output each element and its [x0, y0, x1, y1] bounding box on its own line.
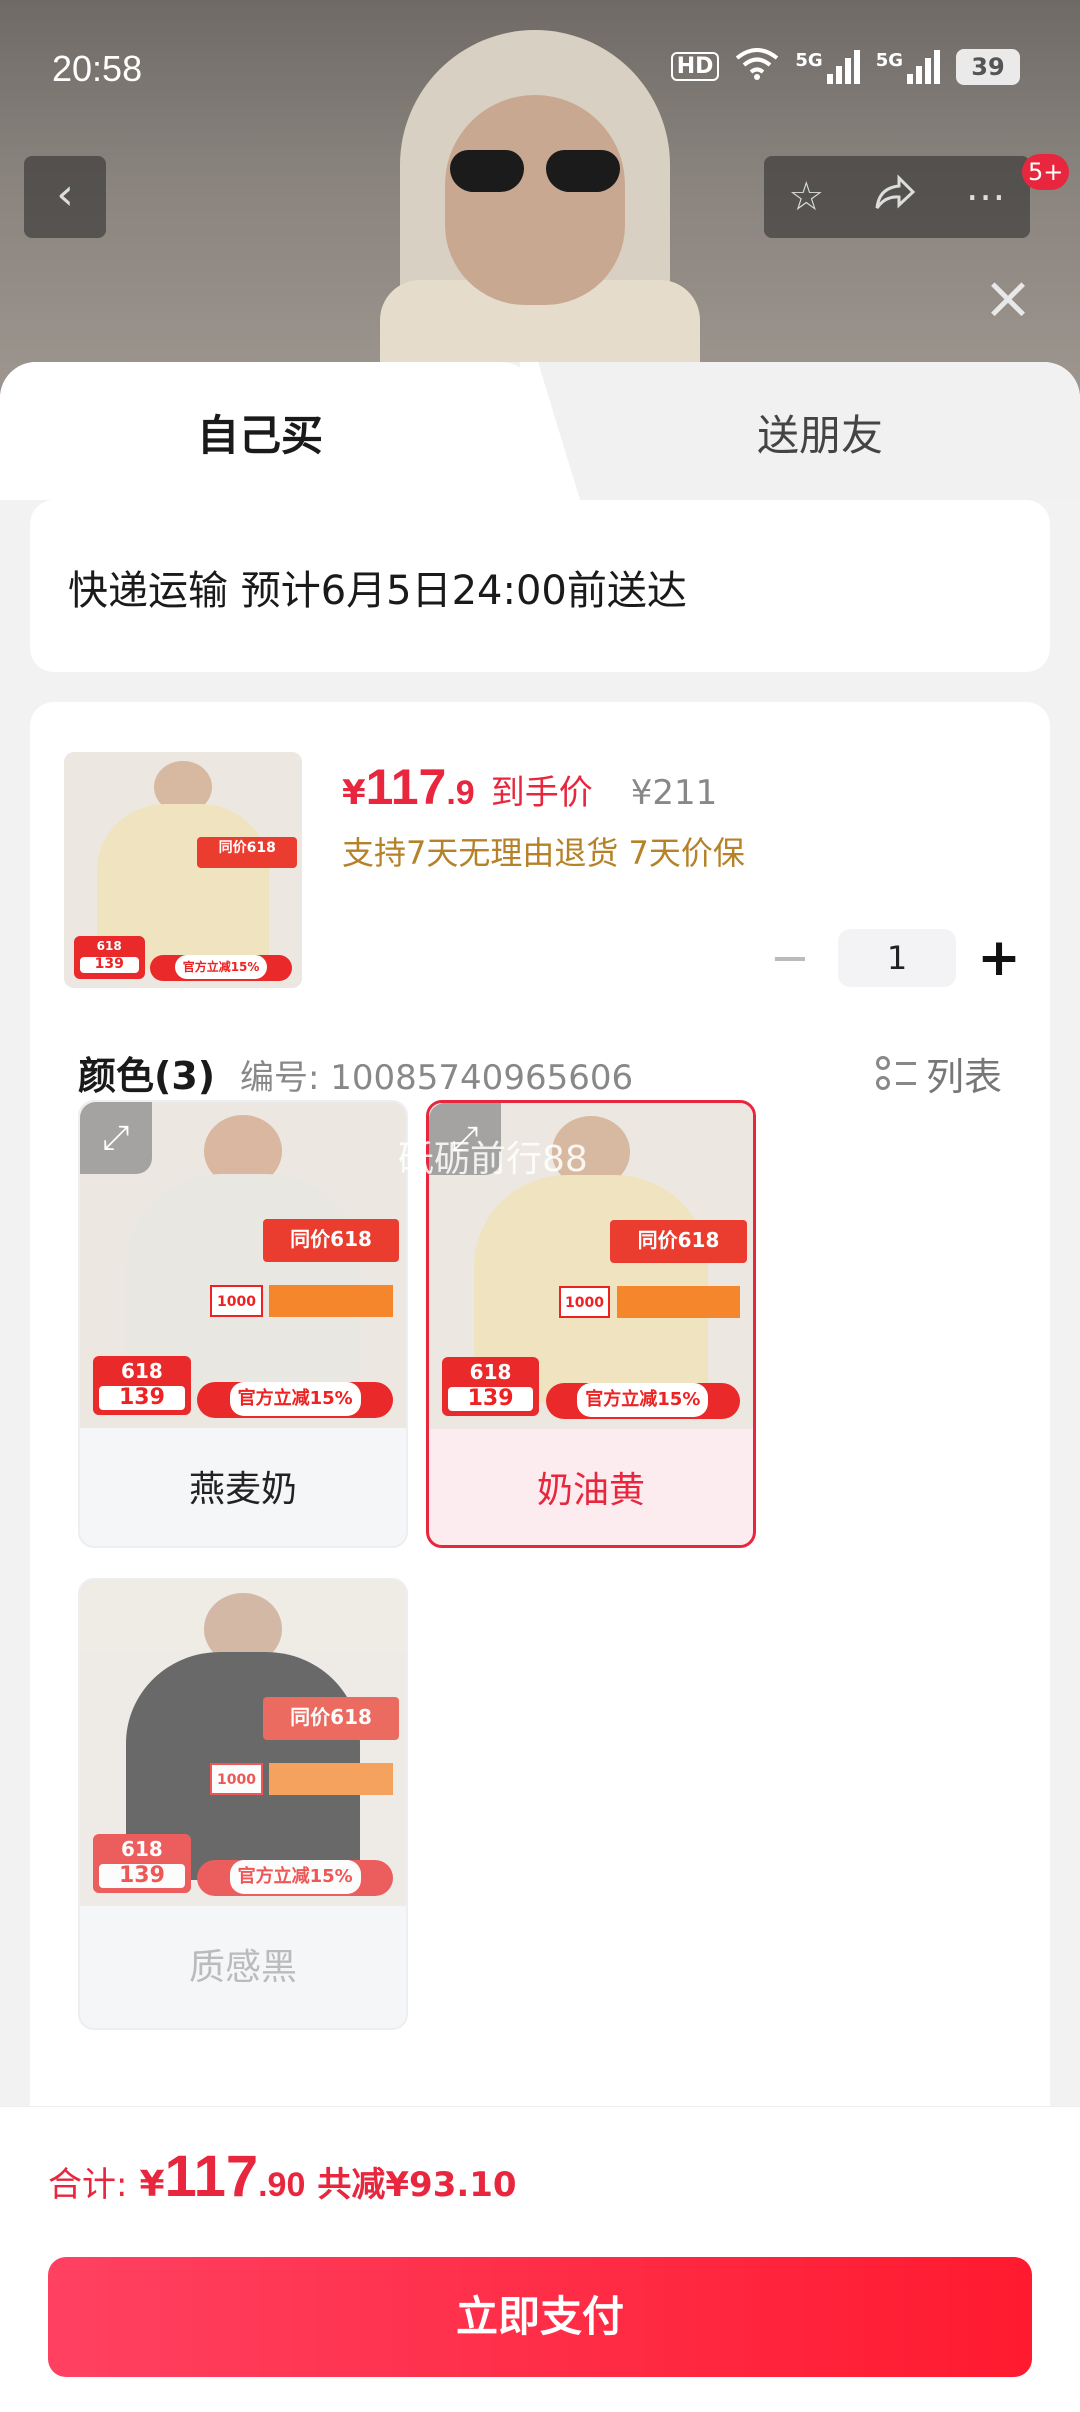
color-option-oat-milk[interactable]: 同价618 1000 618 139 官方立减15% ⤢ 燕麦奶	[78, 1100, 408, 1548]
more-icon[interactable]: ⋯	[966, 174, 1006, 220]
quantity-stepper: − 1 +	[760, 928, 1024, 988]
notification-badge: 5+	[1022, 154, 1070, 190]
purchase-tabs: 自己买 送朋友	[0, 362, 1080, 500]
decrease-button[interactable]: −	[760, 928, 820, 988]
color-section-title: 颜色(3)	[78, 1054, 216, 1098]
price-label: 到手价	[490, 773, 593, 813]
discount-total: 共减¥93.10	[317, 2165, 517, 2205]
hd-icon: HD	[670, 52, 720, 81]
status-bar: 20:58 HD 5G 5G 39	[0, 0, 1080, 140]
color-option-image: 同价618 1000 618 139 官方立减15%	[80, 1580, 406, 1906]
signal-5g-icon-1: 5G	[795, 49, 860, 84]
total-price: 合计: ¥ 117 .90 共减¥93.10	[48, 2144, 517, 2209]
color-option-label: 质感黑	[188, 1947, 297, 1988]
close-icon[interactable]: ×	[978, 268, 1038, 328]
share-icon[interactable]	[873, 172, 917, 222]
guarantee-text: 支持7天无理由退货 7天价保	[342, 834, 745, 872]
checkout-footer: 合计: ¥ 117 .90 共减¥93.10 立即支付	[0, 2106, 1080, 2412]
color-option-textured-black[interactable]: 同价618 1000 618 139 官方立减15% 质感黑	[78, 1578, 408, 2030]
chevron-left-icon: ‹	[56, 169, 74, 220]
delivery-info: 快递运输 预计6月5日24:00前送达	[68, 568, 687, 614]
purchase-sheet: 自己买 送朋友 快递运输 预计6月5日24:00前送达 同价618 618 139…	[0, 362, 1080, 2412]
watermark: 砥砺前行88	[398, 1139, 588, 1180]
expand-icon[interactable]: ⤢	[80, 1102, 152, 1174]
wifi-icon	[735, 46, 779, 87]
sku-code: 编号: 10085740965606	[240, 1058, 634, 1098]
pay-now-button[interactable]: 立即支付	[48, 2257, 1032, 2377]
battery-icon: 39	[956, 48, 1020, 85]
signal-5g-icon-2: 5G	[876, 49, 940, 84]
color-option-label: 燕麦奶	[188, 1469, 297, 1510]
back-button[interactable]: ‹	[24, 156, 106, 238]
increase-button[interactable]: +	[974, 928, 1024, 988]
delivery-card: 快递运输 预计6月5日24:00前送达	[30, 500, 1050, 672]
original-price: ¥211	[630, 773, 718, 813]
color-option-label: 奶油黄	[536, 1470, 645, 1511]
product-thumbnail[interactable]: 同价618 618 139 官方立减15%	[64, 752, 302, 988]
price-row: ¥ 117 .9 到手价 ¥211	[342, 759, 718, 815]
quantity-field[interactable]: 1	[838, 929, 956, 987]
tab-buy-self[interactable]: 自己买	[0, 362, 540, 500]
nav-actions: ☆ ⋯	[764, 156, 1030, 238]
price-integer: 117	[365, 759, 447, 815]
list-icon	[875, 1054, 916, 1094]
tab-send-friend[interactable]: 送朋友	[560, 402, 1080, 463]
list-view-toggle[interactable]: 列表	[875, 1046, 1002, 1101]
star-icon[interactable]: ☆	[788, 174, 824, 220]
status-time: 20:58	[52, 48, 143, 89]
